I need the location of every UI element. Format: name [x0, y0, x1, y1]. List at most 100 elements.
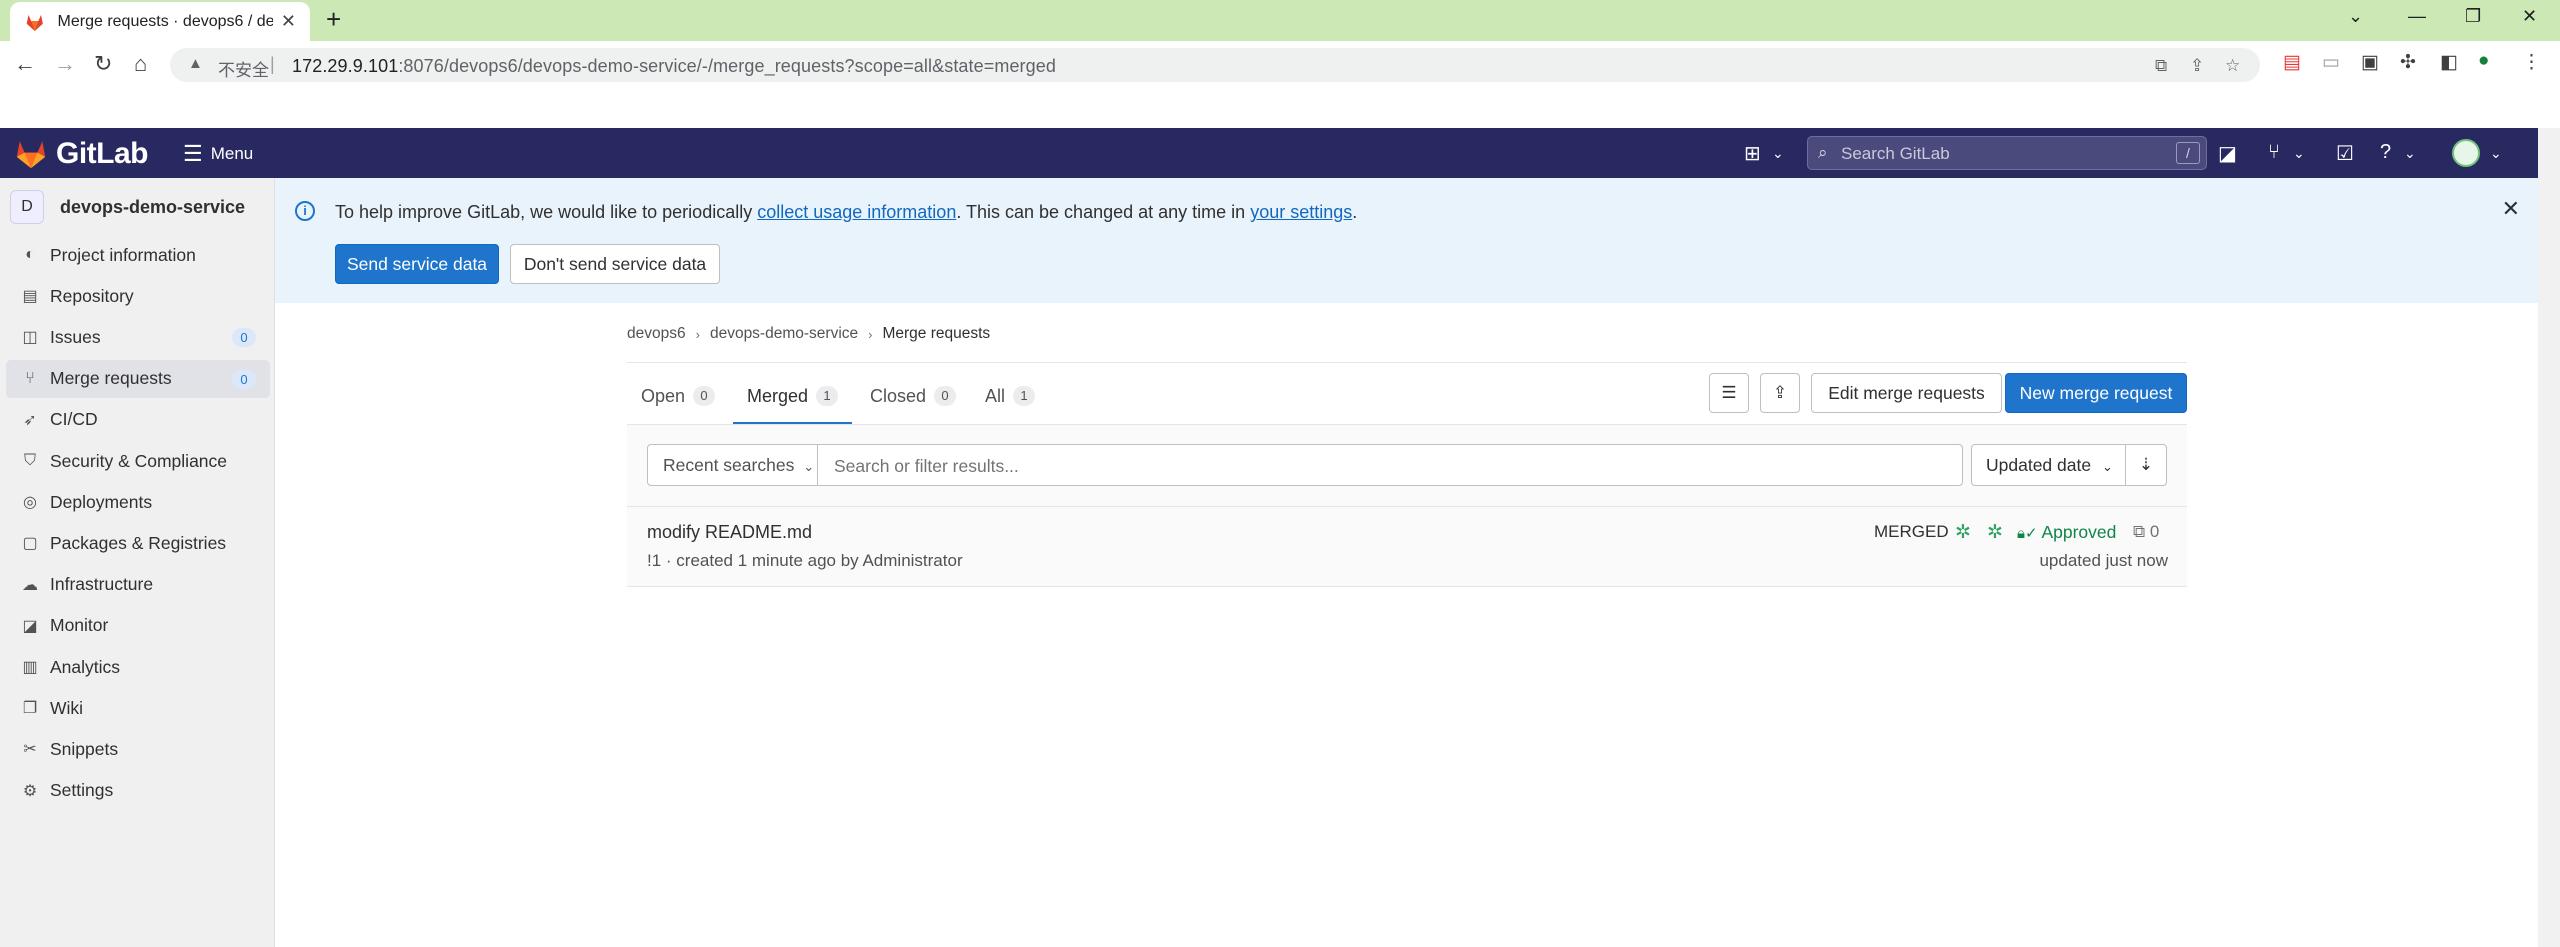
issues-nav-icon[interactable]: ◪: [2218, 141, 2237, 166]
tab-close-icon[interactable]: ✕: [281, 11, 296, 32]
send-service-data-button[interactable]: Send service data: [335, 244, 499, 284]
gear-icon: ⚙: [22, 782, 38, 800]
merge-requests-nav-icon[interactable]: ⑂: [2268, 141, 2280, 164]
user-avatar[interactable]: [2452, 139, 2480, 167]
breadcrumb-current[interactable]: Merge requests: [882, 325, 990, 343]
home-icon[interactable]: ⌂: [134, 51, 147, 77]
sort-dropdown[interactable]: Updated date ⌄: [1971, 444, 2126, 486]
chevron-down-icon: ⌄: [803, 459, 815, 474]
todo-checkbox-icon[interactable]: ☑: [2336, 141, 2354, 166]
forward-icon[interactable]: →: [54, 51, 76, 77]
sidebar-item-repository[interactable]: ▤ Repository: [6, 277, 270, 315]
gitlab-logo[interactable]: GitLab: [14, 137, 149, 171]
sidebar-item-security-compliance[interactable]: ⛉ Security & Compliance: [6, 442, 270, 480]
sidebar-item-label: Security & Compliance: [50, 450, 228, 471]
sidebar-item-monitor[interactable]: ◪ Monitor: [6, 607, 270, 645]
restore-icon[interactable]: ❐: [2465, 6, 2481, 27]
export-csv-button[interactable]: ⇪: [1760, 373, 1800, 413]
share-icon[interactable]: ⇪: [2190, 56, 2204, 76]
comments-count[interactable]: ⧉ 0: [2133, 522, 2159, 542]
new-merge-request-button[interactable]: New merge request: [2005, 373, 2187, 413]
tab-closed[interactable]: Closed 0: [856, 368, 970, 424]
project-sidebar: D devops-demo-service ◐ Project informati…: [0, 178, 275, 947]
extension-red-icon[interactable]: ▤: [2283, 51, 2301, 74]
profile-icon[interactable]: ●: [2478, 50, 2489, 72]
tab-open[interactable]: Open 0: [627, 368, 729, 424]
bookmark-star-icon[interactable]: ☆: [2225, 56, 2240, 76]
extensions-puzzle-icon[interactable]: ✣: [2400, 51, 2416, 74]
sidebar-item-packages-registries[interactable]: ▢ Packages & Registries: [6, 524, 270, 562]
repository-icon: ▤: [22, 288, 38, 306]
search-shortcut-key: /: [2176, 142, 2200, 164]
page-scrollbar[interactable]: [2538, 128, 2560, 947]
user-chevron-down-icon[interactable]: ⌄: [2490, 145, 2502, 162]
rss-feed-button[interactable]: ☰: [1709, 373, 1749, 413]
approval-label: Approved: [2041, 522, 2117, 542]
recent-searches-dropdown[interactable]: Recent searches ⌄: [648, 445, 818, 485]
filter-search-input[interactable]: Search or filter results...: [834, 456, 1019, 477]
new-tab-icon[interactable]: +: [326, 4, 341, 35]
sidebar-item-analytics[interactable]: ▥ Analytics: [6, 648, 270, 686]
back-icon[interactable]: ←: [14, 51, 36, 77]
mr-title-link[interactable]: modify README.md: [647, 522, 812, 543]
window-close-icon[interactable]: ✕: [2522, 6, 2537, 27]
pipeline-status-icon[interactable]: ✲: [1987, 521, 2003, 544]
sidebar-item-project-information[interactable]: ◐ Project information: [6, 236, 270, 274]
sidebar-count-badge: 0: [232, 328, 256, 348]
tab-label: Open: [641, 385, 686, 406]
filtered-search[interactable]: Recent searches ⌄ Search or filter resul…: [647, 444, 1963, 486]
url-text[interactable]: 172.29.9.101:8076/devops6/devops-demo-se…: [292, 56, 1056, 77]
browser-menu-icon[interactable]: ⋮: [2522, 51, 2541, 74]
collect-usage-link[interactable]: collect usage information: [757, 202, 956, 222]
minimize-icon[interactable]: —: [2408, 6, 2426, 27]
create-chevron-down-icon[interactable]: ⌄: [1772, 145, 1784, 162]
sidebar-item-infrastructure[interactable]: ☁ Infrastructure: [6, 566, 270, 604]
issues-icon: ◫: [22, 329, 38, 347]
sort-direction-button[interactable]: ⇣: [2125, 444, 2167, 486]
search-input[interactable]: ⌕ Search GitLab /: [1807, 136, 2207, 170]
comments-value: 0: [2149, 522, 2160, 541]
tab-label: Closed: [870, 385, 927, 406]
pipeline-status-icon[interactable]: ✲: [1955, 521, 1971, 544]
your-settings-link[interactable]: your settings: [1250, 202, 1352, 222]
side-panel-icon[interactable]: ◧: [2440, 51, 2458, 74]
sidebar-item-snippets[interactable]: ✂ Snippets: [6, 730, 270, 768]
extension-gray-icon[interactable]: ▭: [2322, 51, 2340, 74]
menu-button[interactable]: ☰ Menu: [183, 143, 253, 165]
project-avatar: D: [10, 190, 44, 224]
tab-merged[interactable]: Merged 1: [733, 368, 853, 424]
banner-text-after: .: [1352, 202, 1358, 222]
dont-send-service-data-button[interactable]: Don't send service data: [510, 244, 720, 284]
gitlab-brand-text: GitLab: [56, 137, 149, 170]
close-banner-icon[interactable]: ✕: [2502, 196, 2520, 222]
sidebar-item-merge-requests[interactable]: ⑂ Merge requests 0: [6, 359, 270, 398]
sidebar-item-wiki[interactable]: ❐ Wiki: [6, 689, 270, 727]
approval-status: 🔒︎✓ Approved: [2017, 522, 2116, 543]
translate-icon[interactable]: ⧉: [2155, 56, 2167, 76]
sidebar-item-issues[interactable]: ◫ Issues 0: [6, 318, 270, 356]
breadcrumb-group[interactable]: devops6: [627, 325, 686, 343]
reload-icon[interactable]: ↻: [94, 51, 112, 77]
breadcrumb-project[interactable]: devops-demo-service: [710, 325, 858, 343]
create-new-icon[interactable]: ⊞: [1744, 141, 1761, 166]
sidebar-item-deployments[interactable]: ◎ Deployments: [6, 483, 270, 521]
sidebar-item-settings[interactable]: ⚙ Settings: [6, 772, 270, 810]
help-chevron-down-icon[interactable]: ⌄: [2404, 145, 2416, 162]
mr-chevron-down-icon[interactable]: ⌄: [2293, 145, 2305, 162]
tab-all[interactable]: All 1: [971, 368, 1049, 424]
not-secure-warning-icon[interactable]: ▲: [188, 55, 203, 72]
banner-message: To help improve GitLab, we would like to…: [335, 202, 1357, 223]
gitlab-favicon-icon: [26, 14, 43, 31]
tab-search-chevron-icon[interactable]: ⌄: [2348, 6, 2363, 27]
usage-ping-banner: i To help improve GitLab, we would like …: [275, 178, 2538, 303]
extension-badge-icon[interactable]: ▣: [2361, 51, 2379, 74]
rocket-icon: ➶: [23, 411, 37, 429]
sidebar-item-ci-cd[interactable]: ➶ CI/CD: [6, 401, 270, 439]
help-icon[interactable]: ?: [2380, 141, 2391, 164]
address-bar[interactable]: ▲ 不安全 | 172.29.9.101:8076/devops6/devops…: [170, 48, 2260, 82]
sidebar-project-header[interactable]: D devops-demo-service: [10, 190, 245, 224]
sidebar-item-label: CI/CD: [50, 409, 98, 430]
browser-tab-strip: Merge requests · devops6 / de ✕ + ⌄ — ❐ …: [0, 0, 2560, 41]
edit-merge-requests-button[interactable]: Edit merge requests: [1811, 373, 2002, 413]
browser-tab[interactable]: Merge requests · devops6 / de ✕: [10, 2, 310, 41]
